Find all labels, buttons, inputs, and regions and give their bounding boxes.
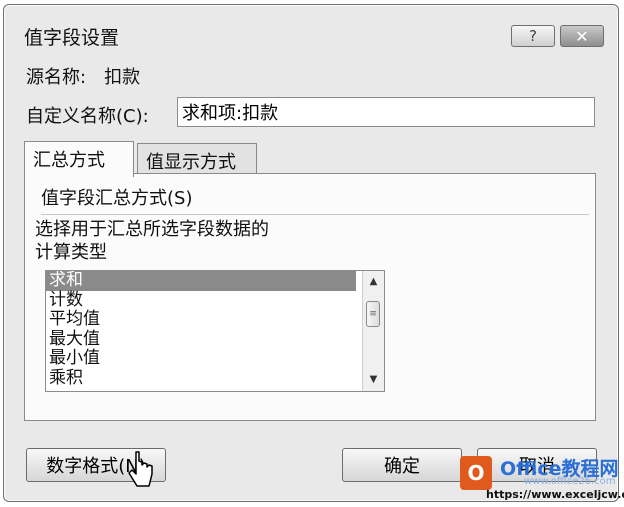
tab-summarize-by[interactable]: 汇总方式 — [24, 141, 134, 177]
scroll-up-icon[interactable]: ▲ — [363, 273, 384, 291]
tab-panel: 值字段汇总方式(S) 选择用于汇总所选字段数据的 计算类型 求和 计数 平均值 … — [24, 173, 596, 421]
list-item[interactable]: 乘积 — [46, 369, 356, 389]
scroll-thumb[interactable]: ≡ — [366, 301, 380, 327]
office-logo-icon: O — [460, 456, 492, 490]
group-title: 值字段汇总方式(S) — [41, 188, 193, 209]
group-divider — [41, 214, 589, 215]
summary-function-list[interactable]: 求和 计数 平均值 最大值 最小值 乘积 ▲ ≡ ▼ — [45, 270, 385, 392]
help-button[interactable]: ? — [511, 25, 555, 47]
mouse-pointer-icon — [128, 451, 153, 487]
list-item[interactable]: 求和 — [46, 271, 356, 291]
close-button[interactable]: ✕ — [560, 25, 604, 47]
description: 选择用于汇总所选字段数据的 计算类型 — [35, 218, 269, 264]
custom-name-input[interactable] — [177, 97, 595, 127]
question-icon: ? — [529, 27, 537, 45]
value-field-settings-dialog: 值字段设置 ? ✕ 源名称: 扣款 自定义名称(C): 汇总方式 值显示方式 值字… — [3, 4, 619, 502]
ok-button[interactable]: 确定 — [342, 448, 462, 482]
source-name-label: 源名称: — [26, 67, 87, 88]
description-line-2: 计算类型 — [35, 242, 107, 263]
close-icon: ✕ — [575, 26, 589, 46]
source-name-value: 扣款 — [104, 67, 141, 88]
title-bar: 值字段设置 ? ✕ — [4, 5, 618, 59]
tab-show-values-as[interactable]: 值显示方式 — [137, 143, 257, 177]
list-item[interactable]: 计数 — [46, 290, 356, 311]
watermark: O Office教程网 www.office26.com https://www… — [456, 452, 624, 504]
source-name-row: 源名称: 扣款 — [26, 63, 158, 89]
list-item[interactable]: 最大值 — [46, 329, 356, 350]
custom-name-label: 自定义名称(C): — [26, 106, 149, 127]
watermark-site: https://www.exceljcw.com — [486, 488, 624, 501]
watermark-site-secondary: www.office26.com — [524, 476, 616, 487]
list-item[interactable]: 平均值 — [46, 310, 356, 330]
description-line-1: 选择用于汇总所选字段数据的 — [35, 219, 269, 240]
scroll-down-icon[interactable]: ▼ — [363, 371, 384, 389]
list-scrollbar[interactable]: ▲ ≡ ▼ — [362, 271, 384, 391]
dialog-title: 值字段设置 — [24, 27, 120, 49]
list-item[interactable]: 最小值 — [46, 349, 356, 369]
